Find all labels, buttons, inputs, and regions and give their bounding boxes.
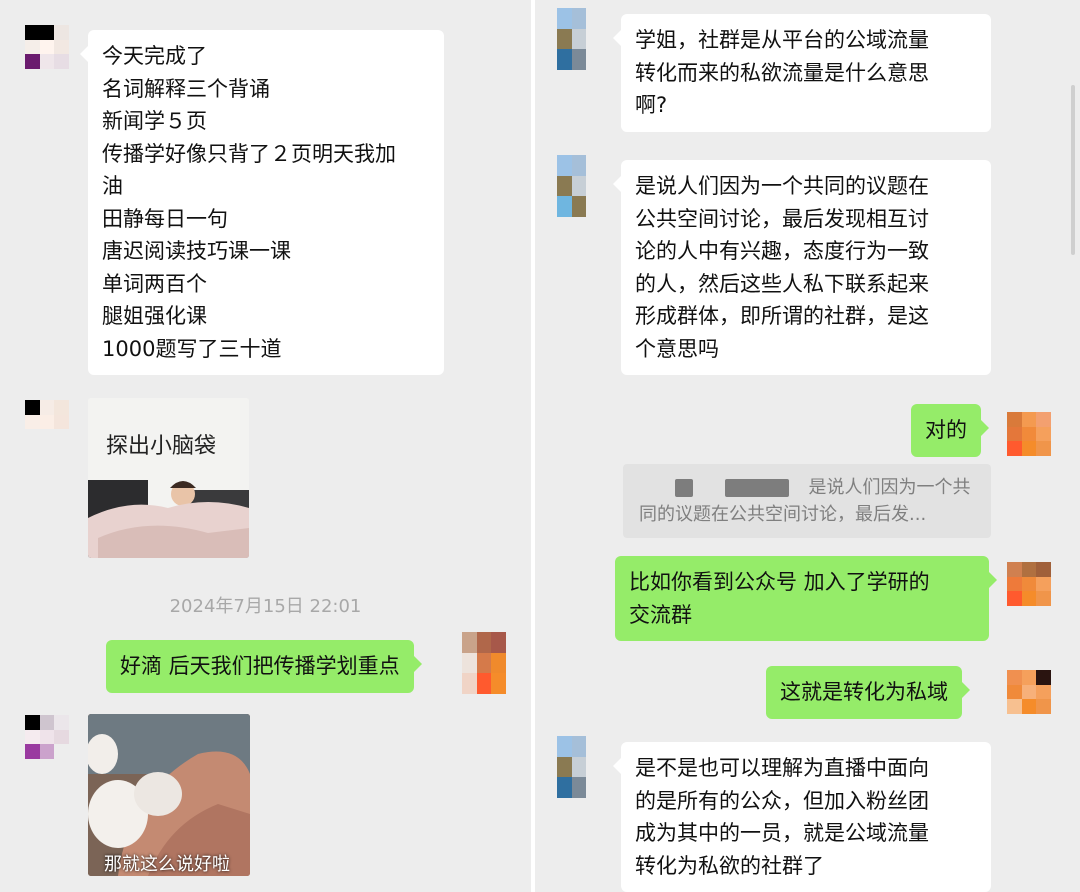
contact-avatar[interactable] (557, 8, 601, 70)
todo-list-message[interactable]: 今天完成了 名词解释三个背诵 新闻学５页 传播学好像只背了２页明天我加 油 田静… (80, 30, 444, 375)
my-avatar[interactable] (462, 632, 506, 694)
contact-avatar[interactable] (25, 715, 69, 759)
sticker-illustration (88, 398, 249, 558)
message-line: 转化而来的私欲流量是什么意思 (635, 60, 929, 85)
message-line: 是说人们因为一个共同的议题在 (635, 174, 929, 198)
contact-avatar[interactable] (557, 155, 601, 217)
explanation-message[interactable]: 是说人们因为一个共同的议题在 公共空间讨论，最后发现相互讨 论的人中有兴趣，态度… (613, 160, 991, 375)
contact-avatar[interactable] (557, 736, 601, 798)
outgoing-example-message[interactable]: 比如你看到公众号 加入了学研的 交流群 (615, 556, 997, 641)
quote-line: 同的议题在公共空间讨论，最后发... (639, 504, 927, 525)
message-line: 这就是转化为私域 (780, 680, 948, 704)
photo-image-message[interactable]: 那就这么说好啦 (88, 714, 250, 876)
message-line: 传播学好像只背了２页明天我加 (102, 141, 396, 166)
message-line: 的是所有的公众，但加入粉丝团 (635, 788, 929, 813)
left-chat-panel: 今天完成了 名词解释三个背诵 新闻学５页 传播学好像只背了２页明天我加 油 田静… (0, 0, 531, 892)
my-avatar[interactable] (1007, 412, 1051, 456)
redacted-name (675, 479, 693, 497)
message-line: 单词两百个 (102, 271, 207, 296)
my-avatar[interactable] (1007, 670, 1051, 714)
message-line: 唐迟阅读技巧课一课 (102, 239, 291, 263)
message-line: 比如你看到公众号 加入了学研的 (629, 570, 930, 594)
outgoing-conclusion-message[interactable]: 这就是转化为私域 (766, 666, 970, 719)
message-line: 公共空间讨论，最后发现相互讨 (635, 206, 929, 231)
contact-avatar[interactable] (25, 400, 69, 444)
message-line: 对的 (925, 418, 967, 442)
message-timestamp: 2024年7月15日 22:01 (169, 596, 362, 617)
message-line: 好滴 后天我们把传播学划重点 (120, 654, 400, 678)
message-line: 的人，然后这些人私下联系起来 (635, 271, 929, 296)
redacted-name (724, 479, 789, 497)
message-line: 学姐，社群是从平台的公域流量 (635, 28, 929, 52)
message-line: 成为其中的一员，就是公域流量 (635, 821, 929, 845)
right-chat-panel: 学姐，社群是从平台的公域流量 转化而来的私欲流量是什么意思 啊? 是说人们因为一… (535, 0, 1080, 892)
my-avatar[interactable] (1007, 562, 1051, 606)
message-line: 啊? (635, 93, 668, 117)
message-line: 论的人中有兴趣，态度行为一致 (635, 239, 929, 263)
message-line: 今天完成了 (102, 44, 207, 68)
quoted-message[interactable]: 是说人们因为一个共 同的议题在公共空间讨论，最后发... (623, 464, 991, 538)
question-message[interactable]: 学姐，社群是从平台的公域流量 转化而来的私欲流量是什么意思 啊? (613, 14, 991, 132)
message-line: 1000题写了三十道 (102, 336, 282, 361)
message-line: 腿姐强化课 (102, 304, 207, 328)
follow-up-question-message[interactable]: 是不是也可以理解为直播中面向 的是所有的公众，但加入粉丝团 成为其中的一员，就是… (613, 742, 991, 892)
quote-line: 是说人们因为一个共 (808, 477, 971, 498)
message-line: 油 (102, 174, 123, 198)
message-line: 田静每日一句 (102, 206, 228, 231)
message-line: 是不是也可以理解为直播中面向 (635, 756, 929, 780)
message-line: 新闻学５页 (102, 109, 207, 133)
message-line: 个意思吗 (635, 336, 719, 361)
message-line: 交流群 (629, 602, 692, 627)
message-line: 转化为私欲的社群了 (635, 853, 824, 878)
contact-avatar[interactable] (25, 25, 69, 69)
scrollbar[interactable] (1071, 85, 1075, 255)
sticker-caption: 探出小脑袋 (106, 434, 217, 459)
outgoing-reply-message[interactable]: 好滴 后天我们把传播学划重点 (106, 640, 422, 693)
sticker-image-message[interactable]: 探出小脑袋 (88, 398, 249, 558)
message-line: 形成群体，即所谓的社群，是这 (635, 304, 929, 328)
photo-caption: 那就这么说好啦 (104, 854, 230, 875)
message-line: 名词解释三个背诵 (102, 76, 270, 101)
outgoing-reply-message[interactable]: 对的 (911, 404, 989, 457)
